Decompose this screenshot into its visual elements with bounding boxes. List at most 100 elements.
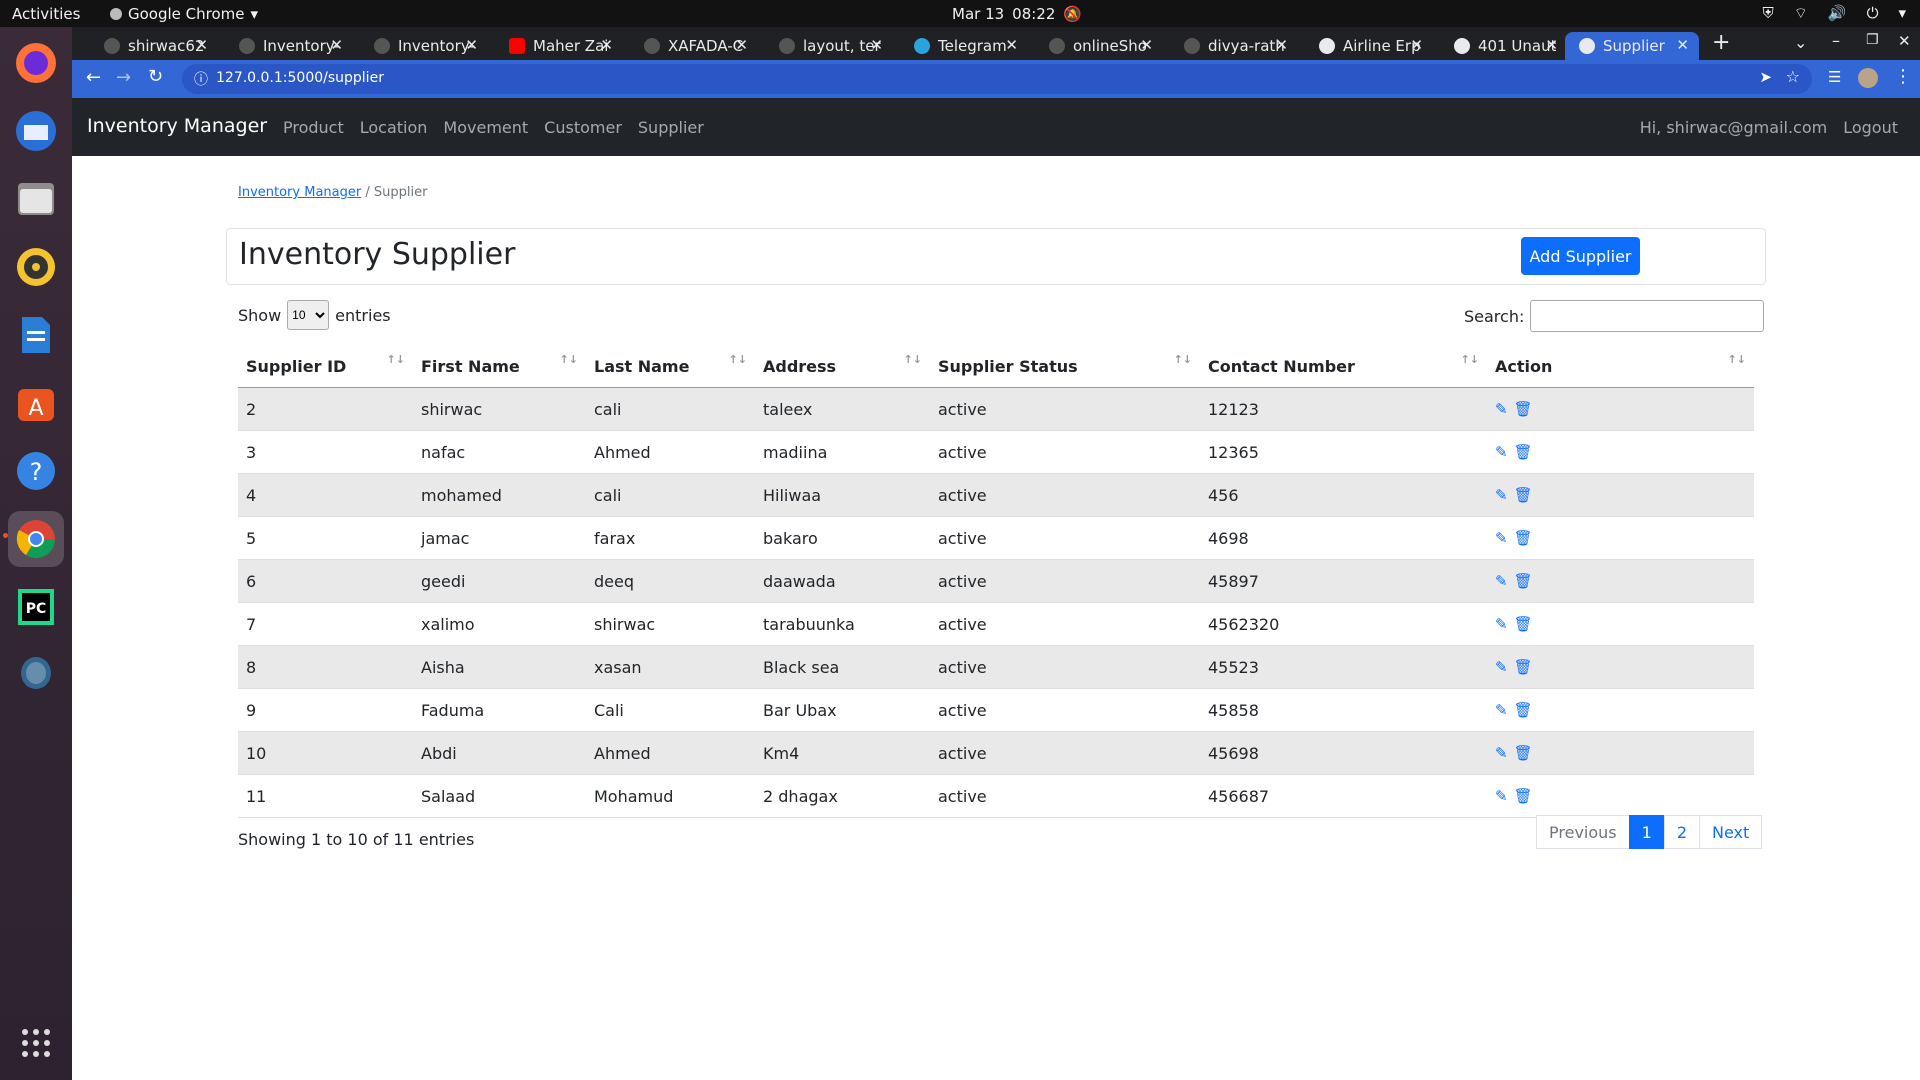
edit-icon[interactable]: ✎ [1495, 529, 1508, 547]
rhythmbox-icon[interactable] [8, 239, 64, 295]
trash-icon[interactable]: 🗑 [1514, 486, 1533, 504]
browser-tab[interactable]: 401 Unaut ✕ [1440, 32, 1568, 60]
browser-tab[interactable]: shirwac62 ✕ [90, 32, 218, 60]
navbar-brand[interactable]: Inventory Manager [87, 115, 267, 137]
forward-icon[interactable]: → [116, 67, 131, 88]
trash-icon[interactable]: 🗑 [1514, 701, 1533, 719]
reload-icon[interactable]: ↻ [148, 66, 163, 87]
kebab-menu-icon[interactable]: ⋮ [1894, 66, 1912, 87]
files-icon[interactable] [8, 171, 64, 227]
close-icon[interactable]: ✕ [870, 36, 883, 54]
browser-tab[interactable]: layout, ter ✕ [765, 32, 893, 60]
send-icon[interactable]: ➤ [1759, 68, 1772, 86]
pycharm-icon[interactable]: PC [8, 579, 64, 635]
thunderbird-icon[interactable] [8, 103, 64, 159]
chrome-icon[interactable] [8, 511, 64, 567]
trash-icon[interactable]: 🗑 [1514, 658, 1533, 676]
edit-icon[interactable]: ✎ [1495, 615, 1508, 633]
close-icon[interactable]: ✕ [1275, 36, 1288, 54]
col-header-supplier-status[interactable]: Supplier Status ↑↓ [930, 345, 1200, 388]
edit-icon[interactable]: ✎ [1495, 658, 1508, 676]
col-header-supplier-id[interactable]: Supplier ID ↑↓ [238, 345, 413, 388]
col-header-label: Supplier ID [246, 356, 347, 376]
edit-icon[interactable]: ✎ [1495, 787, 1508, 805]
close-icon[interactable]: ✕ [1005, 36, 1018, 54]
browser-tab[interactable]: Inventory- ✕ [360, 32, 488, 60]
browser-tab[interactable]: Telegram ✕ [900, 32, 1028, 60]
browser-tab[interactable]: Inventory- ✕ [225, 32, 353, 60]
avatar[interactable] [1858, 68, 1878, 88]
edit-icon[interactable]: ✎ [1495, 744, 1508, 762]
pagination-page[interactable]: 2 [1663, 815, 1700, 849]
nav-link-customer[interactable]: Customer [544, 118, 622, 137]
browser-tab[interactable]: onlineSho ✕ [1035, 32, 1163, 60]
minimize-icon[interactable]: – [1832, 31, 1840, 50]
nav-link-location[interactable]: Location [360, 118, 428, 137]
close-icon[interactable]: ✕ [195, 36, 208, 54]
info-icon[interactable]: ⓘ [194, 69, 208, 89]
activities-button[interactable]: Activities [12, 5, 80, 23]
edit-icon[interactable]: ✎ [1495, 443, 1508, 461]
browser-tab[interactable]: divya-rath ✕ [1170, 32, 1298, 60]
close-window-icon[interactable]: ✕ [1898, 32, 1911, 50]
browser-tab[interactable]: Airline Erp ✕ [1305, 32, 1433, 60]
close-icon[interactable]: ✕ [465, 36, 478, 54]
search-input[interactable] [1530, 300, 1765, 332]
app-menu[interactable]: Google Chrome ▾ [110, 5, 258, 23]
col-header-contact-number[interactable]: Contact Number ↑↓ [1200, 345, 1487, 388]
close-icon[interactable]: ✕ [1140, 36, 1153, 54]
trash-icon[interactable]: 🗑 [1514, 744, 1533, 762]
col-header-last-name[interactable]: Last Name ↑↓ [586, 345, 755, 388]
edit-icon[interactable]: ✎ [1495, 400, 1508, 418]
trash-icon[interactable]: 🗑 [1514, 572, 1533, 590]
breadcrumb-home-link[interactable]: Inventory Manager [238, 185, 361, 200]
pagination-next[interactable]: Next [1699, 815, 1763, 849]
system-tray[interactable]: ⛨ ⌔ 🔊 ⏻ ▾ [1763, 4, 1906, 23]
trash-icon[interactable]: 🗑 [1514, 615, 1533, 633]
trash-icon[interactable]: 🗑 [1514, 443, 1533, 461]
sort-icon: ↑↓ [559, 353, 578, 366]
col-header-action[interactable]: Action ↑↓ [1487, 345, 1754, 388]
software-center-icon[interactable]: A [8, 375, 64, 431]
browser-tab[interactable]: XAFADA-C ✕ [630, 32, 758, 60]
trash-icon[interactable]: 🗑 [1514, 529, 1533, 547]
edit-icon[interactable]: ✎ [1495, 572, 1508, 590]
close-icon[interactable]: ✕ [1545, 36, 1558, 54]
trash-icon[interactable]: 🗑 [1514, 787, 1533, 805]
add-supplier-button[interactable]: Add Supplier [1521, 237, 1640, 275]
browser-tab-active[interactable]: Supplier ✕ [1565, 32, 1699, 60]
postgres-icon[interactable] [8, 647, 64, 703]
close-icon[interactable]: ✕ [1410, 36, 1423, 54]
close-icon[interactable]: ✕ [600, 36, 613, 54]
restore-icon[interactable]: ❐ [1866, 32, 1879, 48]
close-icon[interactable]: ✕ [1676, 36, 1689, 54]
cell-action: ✎ 🗑 [1487, 516, 1754, 560]
bookmark-star-icon[interactable]: ☆ [1786, 67, 1800, 86]
col-header-address[interactable]: Address ↑↓ [755, 345, 930, 388]
col-header-first-name[interactable]: First Name ↑↓ [413, 345, 586, 388]
page-length-select[interactable]: 10 [287, 300, 330, 330]
tab-search-icon[interactable]: ⌄ [1794, 33, 1807, 52]
nav-link-product[interactable]: Product [283, 118, 344, 137]
col-header-label: First Name [421, 356, 520, 376]
logout-link[interactable]: Logout [1843, 118, 1898, 137]
browser-tab[interactable]: Maher Zai ✕ [495, 32, 623, 60]
writer-icon[interactable] [8, 307, 64, 363]
clock[interactable]: Mar 13 08:22 🔕 [952, 5, 1082, 23]
nav-link-movement[interactable]: Movement [443, 118, 528, 137]
close-icon[interactable]: ✕ [330, 36, 343, 54]
trash-icon[interactable]: 🗑 [1514, 400, 1533, 418]
back-icon[interactable]: ← [86, 67, 101, 88]
firefox-icon[interactable] [8, 35, 64, 91]
nav-link-supplier[interactable]: Supplier [638, 118, 704, 137]
edit-icon[interactable]: ✎ [1495, 486, 1508, 504]
show-apps-icon[interactable] [8, 1015, 64, 1071]
omnibox[interactable]: ⓘ 127.0.0.1:5000/supplier ➤ ☆ [182, 64, 1812, 94]
new-tab-icon[interactable]: + [1712, 30, 1730, 55]
help-icon[interactable]: ? [8, 443, 64, 499]
media-icon[interactable]: ☰ [1828, 68, 1841, 86]
close-icon[interactable]: ✕ [735, 36, 748, 54]
pagination-page[interactable]: 1 [1628, 815, 1665, 849]
edit-icon[interactable]: ✎ [1495, 701, 1508, 719]
pagination-previous[interactable]: Previous [1536, 815, 1630, 849]
